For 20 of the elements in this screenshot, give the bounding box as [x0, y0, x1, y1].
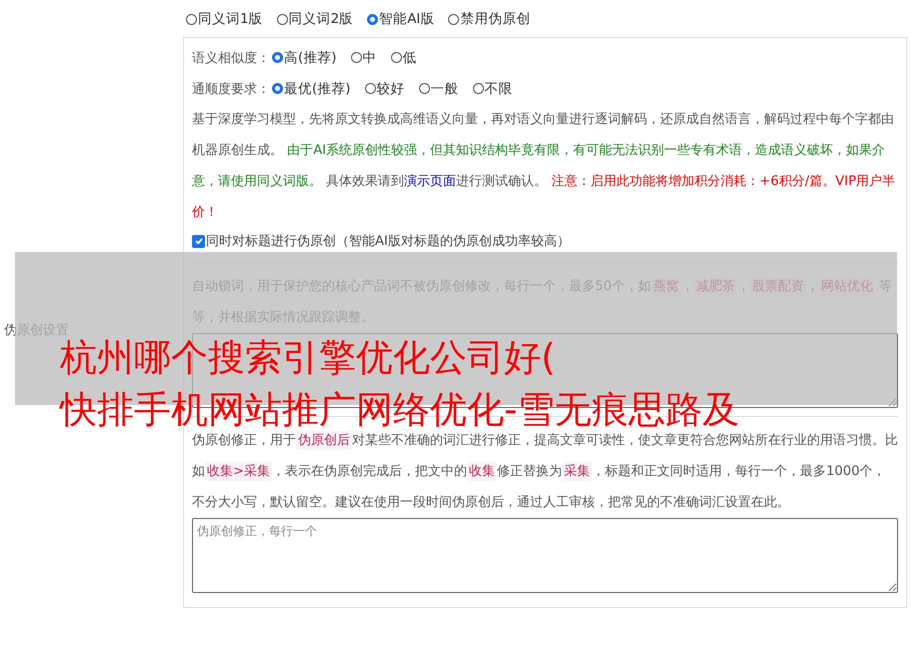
corrections-description: 伪原创修正，用于伪原创后对某些不准确的词汇进行修正，提高文章可读性，使文章更符合您网站所在行业的用语习惯。比如 收集>采集，表示在伪原创完成后，把文中的 收集修正替换为 采集，标题和正文同时适用，每行一个，最多1000个，不分大小写，默认留空。建议在使用一段时间伪原创后，通过人工审核，把常见的不准确词汇设置在此。 — [192, 430, 898, 512]
mode-radio[interactable]: 同义词2版 — [276, 10, 354, 28]
fluency-radio[interactable]: 最优(推荐) — [272, 80, 351, 98]
title-checkbox[interactable]: 同时对标题进行伪原创（智能AI版对标题的伪原创成功率较高） — [192, 228, 898, 254]
mode-radio[interactable]: 同义词1版 — [186, 10, 263, 28]
fluency-radio[interactable]: 较好 — [364, 80, 405, 98]
checkmark-icon — [194, 236, 204, 246]
similarity-radio[interactable]: 中 — [350, 48, 377, 66]
similarity-radio[interactable]: 高(推荐) — [272, 48, 337, 66]
mode-radio[interactable]: 禁用伪原创 — [448, 10, 530, 28]
mode-radio[interactable]: 智能AI版 — [367, 10, 434, 28]
similarity-label: 语义相似度： — [192, 50, 270, 66]
fluency-radio[interactable]: 一般 — [418, 80, 459, 98]
similarity-radio[interactable]: 低 — [390, 48, 417, 66]
fluency-radio[interactable]: 不限 — [472, 80, 513, 98]
demo-page-link[interactable]: 演示页面 — [404, 174, 456, 189]
description-text: 基于深度学习模型，先将原文转换成高维语义向量，再对语义向量进行逐词解码，还原成自然语言，解码过程中每个字都由机器原创生成。 由于AI系统原创性较强，但其知识结构毕竟有限，有可能无法识别一些专有术语，造成语义破坏，如果介意，请使用同义词版。 具体效果请到演示页面进行测试确认。 注意：启用此功能将增加积分消耗：+6积分/篇。VIP用户半价！ — [192, 111, 896, 222]
caption-overlay: 杭州哪个搜索引擎优化公司好( — [60, 336, 556, 381]
corrections-field[interactable]: 伪原创修正，每行一个 — [192, 518, 898, 593]
fluency-label: 通顺度要求： — [192, 80, 270, 98]
